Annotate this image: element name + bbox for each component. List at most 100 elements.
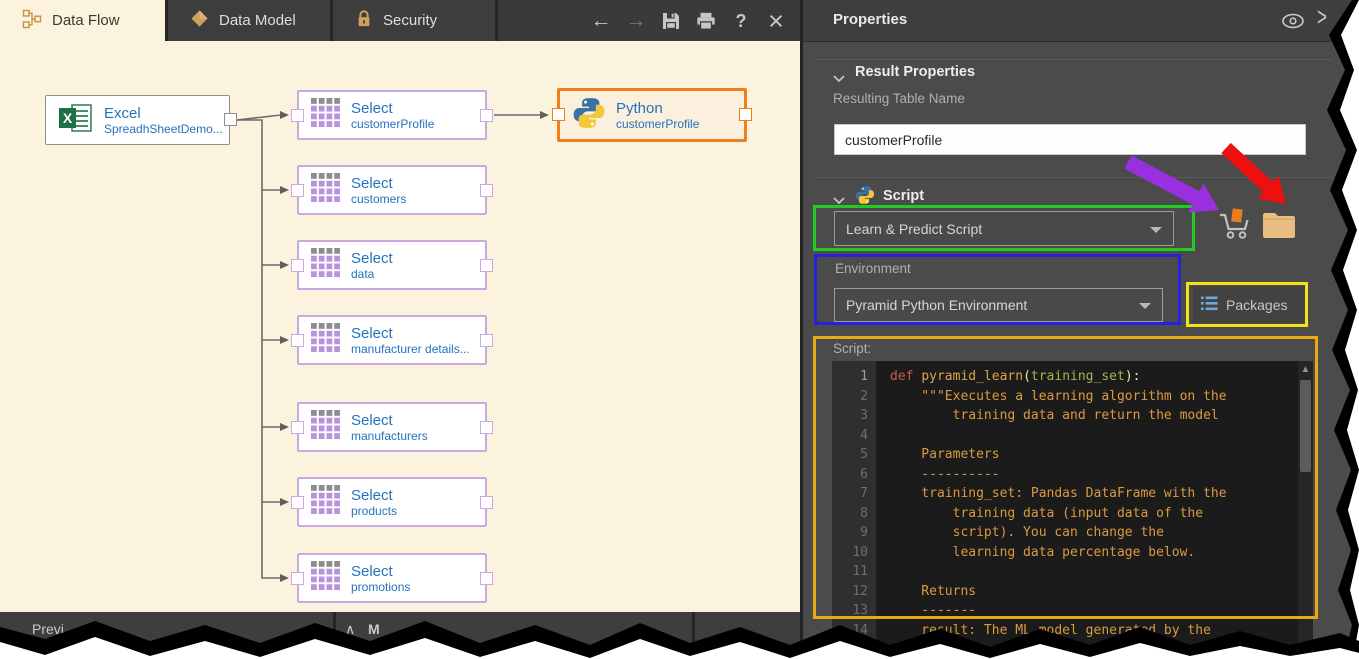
output-connector[interactable] <box>739 108 752 121</box>
node-title: Select <box>351 100 434 117</box>
node-select-manufacturer-details[interactable]: Select manufacturer details... <box>297 315 487 365</box>
script-type-dropdown[interactable]: Learn & Predict Script <box>834 211 1174 246</box>
tab-security[interactable]: Security <box>333 0 495 41</box>
code-line: 5 Parameters <box>832 445 1298 465</box>
code-line: 3 training data and return the model <box>832 406 1298 426</box>
node-subtitle: data <box>351 267 393 281</box>
divider <box>815 59 1333 60</box>
tab-label: Security <box>383 12 437 29</box>
input-connector[interactable] <box>291 496 304 509</box>
packages-button[interactable]: Packages <box>1193 286 1307 323</box>
dropdown-caret-icon <box>1139 303 1151 309</box>
script-code-editor[interactable]: 1def pyramid_learn(training_set):2 """Ex… <box>832 361 1313 653</box>
code-line: 8 training data (input data of the <box>832 504 1298 524</box>
input-connector[interactable] <box>291 572 304 585</box>
dropdown-caret-icon <box>1150 227 1162 233</box>
code-line: 1def pyramid_learn(training_set): <box>832 367 1298 387</box>
output-connector[interactable] <box>480 334 493 347</box>
node-select-promotions[interactable]: Select promotions <box>297 553 487 603</box>
data-flow-pane: Data Flow Data Model <box>0 0 800 659</box>
output-connector[interactable] <box>480 109 493 122</box>
eye-icon[interactable] <box>1281 13 1305 34</box>
output-connector[interactable] <box>480 184 493 197</box>
node-select-manufacturers[interactable]: Select manufacturers <box>297 402 487 452</box>
code-line: 4 <box>832 426 1298 446</box>
code-line: 2 """Executes a learning algorithm on th… <box>832 387 1298 407</box>
bottom-tab-partial[interactable]: M <box>368 621 380 637</box>
node-select-data[interactable]: Select data <box>297 240 487 290</box>
table-grid-icon <box>311 98 341 133</box>
node-title: Python <box>616 100 699 117</box>
tab-label: Data Model <box>219 12 296 29</box>
preview-tab-partial[interactable]: Previ <box>32 621 64 637</box>
node-title: Select <box>351 412 428 429</box>
output-connector[interactable] <box>224 113 237 126</box>
divider <box>815 177 1333 178</box>
result-properties-header[interactable]: Result Properties <box>855 64 975 80</box>
editor-scrollbar[interactable]: ▲ <box>1298 361 1313 653</box>
resulting-table-name-label: Resulting Table Name <box>833 91 965 106</box>
code-line: 6 ---------- <box>832 465 1298 485</box>
output-connector[interactable] <box>480 259 493 272</box>
properties-panel: Properties > Result Properties Resulting… <box>800 0 1359 659</box>
node-excel[interactable]: X Excel SpreadhSheetDemo... <box>45 95 230 145</box>
bar-separator <box>692 612 695 659</box>
forward-button[interactable]: → <box>626 9 646 33</box>
bar-separator <box>333 612 336 659</box>
output-connector[interactable] <box>480 421 493 434</box>
node-subtitle: manufacturer details... <box>351 342 470 356</box>
help-button[interactable]: ? <box>731 9 751 33</box>
scrollbar-thumb[interactable] <box>1300 380 1311 472</box>
data-flow-icon <box>22 9 42 33</box>
table-grid-icon <box>311 173 341 208</box>
tab-data-flow[interactable]: Data Flow <box>0 0 165 41</box>
node-select-products[interactable]: Select products <box>297 477 487 527</box>
open-folder-icon[interactable] <box>1261 210 1297 244</box>
environment-label: Environment <box>835 261 911 276</box>
scroll-up-icon[interactable]: ▲ <box>1298 362 1313 378</box>
section-collapse-icon[interactable] <box>833 192 845 210</box>
panel-collapse-chevron-icon[interactable]: > <box>1317 3 1327 33</box>
node-select-customers[interactable]: Select customers <box>297 165 487 215</box>
resulting-table-name-input[interactable]: customerProfile <box>834 124 1306 155</box>
node-subtitle: customerProfile <box>616 117 699 131</box>
node-subtitle: promotions <box>351 580 410 594</box>
table-grid-icon <box>311 248 341 283</box>
output-connector[interactable] <box>480 496 493 509</box>
input-connector[interactable] <box>291 421 304 434</box>
input-connector[interactable] <box>291 334 304 347</box>
node-python-customerprofile[interactable]: Python customerProfile <box>557 88 747 142</box>
tab-bar: Data Flow Data Model <box>0 0 800 41</box>
list-icon <box>1201 296 1218 314</box>
table-grid-icon <box>311 485 341 520</box>
python-icon <box>572 96 606 135</box>
script-section-header[interactable]: Script <box>883 188 924 204</box>
excel-icon: X <box>58 103 94 138</box>
node-title: Select <box>351 487 397 504</box>
canvas-toolbar: ← → <box>498 0 800 41</box>
input-connector[interactable] <box>291 109 304 122</box>
print-button[interactable] <box>696 9 716 33</box>
output-connector[interactable] <box>480 572 493 585</box>
marketplace-cart-icon[interactable] <box>1217 206 1251 247</box>
tab-data-model[interactable]: Data Model <box>168 0 330 41</box>
node-select-customerprofile[interactable]: Select customerProfile <box>297 90 487 140</box>
input-connector[interactable] <box>291 184 304 197</box>
section-collapse-icon[interactable] <box>833 70 845 88</box>
input-connector[interactable] <box>552 108 565 121</box>
back-button[interactable]: ← <box>591 9 611 33</box>
node-title: Select <box>351 325 470 342</box>
collapse-chevron-icon[interactable]: ∧ <box>345 621 355 638</box>
save-button[interactable] <box>661 9 681 33</box>
data-model-icon <box>190 9 209 32</box>
close-button[interactable]: × <box>766 9 786 33</box>
code-line: 11 <box>832 562 1298 582</box>
code-line: 10 learning data percentage below. <box>832 543 1298 563</box>
node-subtitle: SpreadhSheetDemo... <box>104 122 223 136</box>
pyramid-data-flow-window: Data Flow Data Model <box>0 0 1359 659</box>
input-connector[interactable] <box>291 259 304 272</box>
node-subtitle: products <box>351 504 397 518</box>
environment-dropdown[interactable]: Pyramid Python Environment <box>834 288 1163 322</box>
code-line: 7 training_set: Pandas DataFrame with th… <box>832 484 1298 504</box>
flow-canvas[interactable]: X Excel SpreadhSheetDemo... Select <box>0 41 800 612</box>
